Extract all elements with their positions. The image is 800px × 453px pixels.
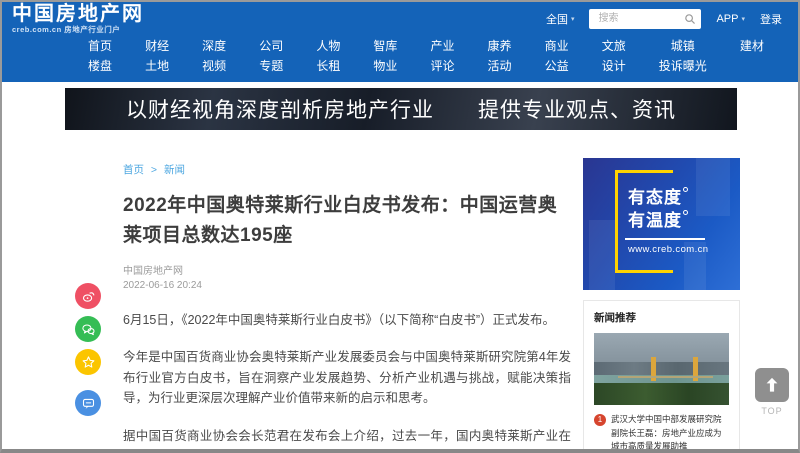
nav-item[interactable]: 产业 bbox=[430, 36, 454, 56]
page-title: 2022年中国奥特莱斯行业白皮书发布：中国运营奥莱项目总数达195座 bbox=[123, 191, 571, 251]
nav-item[interactable]: 深度 bbox=[202, 36, 226, 56]
header-controls: 全国 ▾ APP ▾ 登录 bbox=[546, 9, 788, 29]
news-recommend-header: 新闻推荐 bbox=[594, 310, 729, 325]
share-wechat-button[interactable] bbox=[75, 316, 101, 342]
nav-item[interactable]: 物业 bbox=[373, 56, 397, 76]
news-item-title: 武汉大学中国中部发展研究院副院长王磊：房地产业应成为城市高质量发展助推 bbox=[611, 413, 729, 453]
thumb-sky bbox=[594, 333, 729, 365]
breadcrumb-current[interactable]: 新闻 bbox=[164, 164, 185, 176]
nav-item[interactable]: 城镇 bbox=[671, 36, 695, 56]
comment-icon bbox=[81, 396, 96, 411]
nav-item[interactable]: 智库 bbox=[373, 36, 397, 56]
ad-divider bbox=[625, 238, 705, 240]
search-box[interactable] bbox=[589, 9, 701, 29]
nav-item[interactable]: 财经 bbox=[145, 36, 169, 56]
sidebar-ad[interactable]: 有态度 有温度 www.creb.com.cn bbox=[583, 158, 740, 290]
region-selector[interactable]: 全国 ▾ bbox=[546, 11, 575, 27]
browser-page: 中国房地产网 creb.com.cn 房地产行业门户 全国 ▾ APP ▾ 登录 bbox=[0, 0, 800, 453]
nav-item[interactable]: 人物 bbox=[316, 36, 340, 56]
nav-col-finance: 财经 土地 bbox=[145, 36, 169, 77]
nav-item[interactable]: 设计 bbox=[602, 56, 626, 76]
nav-item[interactable]: 首页 bbox=[88, 36, 112, 56]
share-qzone-button[interactable] bbox=[75, 349, 101, 375]
arrow-up-icon bbox=[762, 375, 782, 395]
nav-item[interactable]: 活动 bbox=[488, 56, 512, 76]
ad-slogan-line2: 有温度 bbox=[628, 209, 708, 232]
app-menu[interactable]: APP ▾ bbox=[716, 13, 745, 25]
nav-col-materials: 建材 bbox=[740, 36, 764, 77]
breadcrumb: 首页 > 新闻 bbox=[123, 162, 571, 177]
thumb-bridge-deck bbox=[618, 376, 713, 378]
nav-item[interactable]: 建材 bbox=[740, 36, 764, 56]
nav-item[interactable]: 长租 bbox=[316, 56, 340, 76]
ad-building-shape bbox=[589, 220, 615, 290]
nav-col-home: 首页 楼盘 bbox=[88, 36, 112, 77]
site-header: 中国房地产网 creb.com.cn 房地产行业门户 全国 ▾ APP ▾ 登录 bbox=[2, 2, 798, 35]
article-area: 首页 > 新闻 2022年中国奥特莱斯行业白皮书发布：中国运营奥莱项目总数达19… bbox=[123, 130, 571, 453]
star-icon bbox=[81, 355, 96, 370]
nav-item[interactable]: 文旅 bbox=[602, 36, 626, 56]
app-label: APP bbox=[716, 13, 738, 25]
breadcrumb-separator: > bbox=[151, 164, 157, 176]
nav-item[interactable]: 土地 bbox=[145, 56, 169, 76]
search-icon[interactable] bbox=[684, 13, 696, 25]
share-toolbar bbox=[75, 283, 101, 416]
top-button-label: TOP bbox=[753, 406, 791, 416]
top-button-box[interactable] bbox=[755, 368, 789, 402]
nav-col-depth: 深度 视频 bbox=[202, 36, 226, 77]
nav-col-company: 公司 专题 bbox=[259, 36, 283, 77]
chevron-down-icon: ▾ bbox=[571, 15, 575, 23]
nav-col-business: 商业 公益 bbox=[545, 36, 569, 77]
nav-item[interactable]: 楼盘 bbox=[88, 56, 112, 76]
article-date: 2022-06-16 20:24 bbox=[123, 279, 571, 293]
nav-item[interactable]: 康养 bbox=[488, 36, 512, 56]
news-list-item[interactable]: 1 武汉大学中国中部发展研究院副院长王磊：房地产业应成为城市高质量发展助推 bbox=[594, 413, 729, 453]
region-label: 全国 bbox=[546, 11, 568, 27]
nav-col-thinktank: 智库 物业 bbox=[373, 36, 397, 77]
nav-item[interactable]: 专题 bbox=[259, 56, 283, 76]
weibo-icon bbox=[81, 289, 96, 304]
article-paragraph: 今年是中国百货商业协会奥特莱斯产业发展委员会与中国奥特莱斯研究院第4年发布行业官… bbox=[123, 347, 571, 408]
nav-col-culture: 文旅 设计 bbox=[602, 36, 626, 77]
comment-button[interactable] bbox=[75, 390, 101, 416]
nav-col-industry: 产业 评论 bbox=[430, 36, 454, 77]
chevron-down-icon: ▾ bbox=[741, 15, 745, 23]
search-input[interactable] bbox=[596, 12, 684, 25]
sidebar: 有态度 有温度 www.creb.com.cn 新闻推荐 1 武汉大学中国中部发… bbox=[583, 158, 740, 453]
ad-content: 有态度 有温度 www.creb.com.cn bbox=[628, 186, 708, 255]
nav-item[interactable]: 商业 bbox=[545, 36, 569, 56]
site-logo[interactable]: 中国房地产网 creb.com.cn 房地产行业门户 bbox=[12, 4, 144, 34]
article-paragraph: 6月15日，《2022年中国奥特莱斯行业白皮书》（以下简称“白皮书”）正式发布。 bbox=[123, 310, 571, 330]
site-logo-subtitle: creb.com.cn 房地产行业门户 bbox=[12, 26, 144, 34]
ad-slogan-line1: 有态度 bbox=[628, 186, 708, 209]
nav-item[interactable]: 视频 bbox=[202, 56, 226, 76]
news-recommend-card: 新闻推荐 1 武汉大学中国中部发展研究院副院长王磊：房地产业应成为城市高质量发展… bbox=[583, 300, 740, 453]
wechat-icon bbox=[81, 322, 96, 337]
ad-url: www.creb.com.cn bbox=[628, 244, 708, 255]
article-source: 中国房地产网 bbox=[123, 265, 571, 279]
nav-item[interactable]: 投诉曝光 bbox=[659, 56, 707, 76]
article-body: 6月15日，《2022年中国奥特莱斯行业白皮书》（以下简称“白皮书”）正式发布。… bbox=[123, 310, 571, 453]
article-paragraph: 据中国百货商业协会会长范君在发布会上介绍，过去一年，国内奥特莱斯产业在整体消费市… bbox=[123, 426, 571, 453]
nav-item[interactable]: 公益 bbox=[545, 56, 569, 76]
main-nav: 首页 楼盘 财经 土地 深度 视频 公司 专题 人物 长租 智库 物业 产业 评… bbox=[2, 35, 798, 82]
nav-col-health: 康养 活动 bbox=[488, 36, 512, 77]
ring-decoration bbox=[683, 187, 688, 192]
thumb-trees bbox=[594, 383, 729, 405]
banner-slogan: 以财经视角深度剖析房地产行业 提供专业观点、资讯 bbox=[126, 94, 676, 124]
breadcrumb-home[interactable]: 首页 bbox=[123, 164, 144, 176]
nav-item[interactable]: 评论 bbox=[430, 56, 454, 76]
back-to-top-button[interactable]: TOP bbox=[753, 368, 791, 416]
site-logo-title: 中国房地产网 bbox=[12, 4, 144, 24]
nav-col-people: 人物 长租 bbox=[316, 36, 340, 77]
nav-item[interactable]: 公司 bbox=[259, 36, 283, 56]
nav-col-town: 城镇 投诉曝光 bbox=[659, 36, 707, 77]
share-weibo-button[interactable] bbox=[75, 283, 101, 309]
ring-decoration bbox=[683, 210, 688, 215]
news-thumbnail-image[interactable] bbox=[594, 333, 729, 405]
rank-badge: 1 bbox=[594, 414, 606, 426]
login-button[interactable]: 登录 bbox=[760, 11, 782, 27]
promo-banner[interactable]: 以财经视角深度剖析房地产行业 提供专业观点、资讯 bbox=[65, 88, 737, 130]
